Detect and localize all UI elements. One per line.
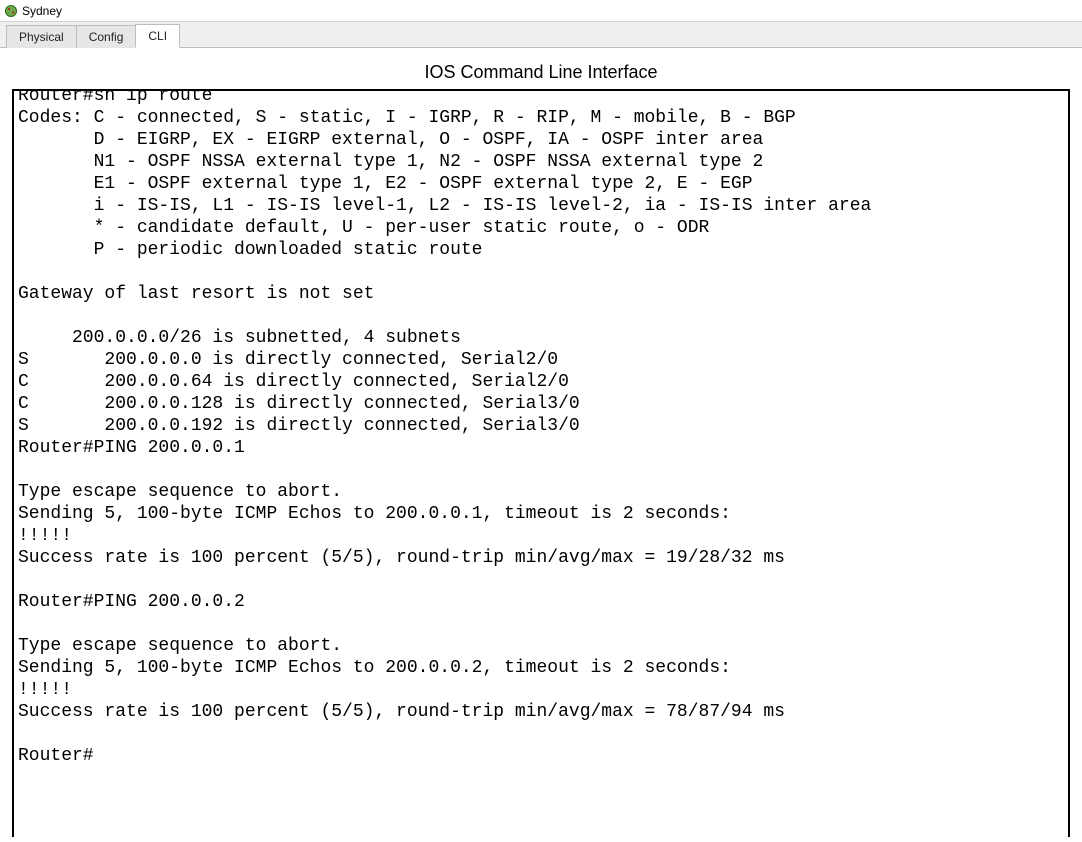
cli-panel: IOS Command Line Interface Router#sh ip … <box>0 48 1082 837</box>
panel-title: IOS Command Line Interface <box>0 48 1082 89</box>
app-icon <box>4 4 18 18</box>
window-title: Sydney <box>22 4 62 18</box>
tab-label: Physical <box>19 30 64 44</box>
cli-terminal[interactable]: Router#sh ip route Codes: C - connected,… <box>14 89 1068 767</box>
terminal-frame: Router#sh ip route Codes: C - connected,… <box>12 89 1070 837</box>
tab-config[interactable]: Config <box>76 25 137 48</box>
tab-cli[interactable]: CLI <box>135 24 180 48</box>
window-titlebar: Sydney <box>0 0 1082 22</box>
tab-label: Config <box>89 30 124 44</box>
device-tabs: Physical Config CLI <box>0 22 1082 48</box>
tab-physical[interactable]: Physical <box>6 25 77 48</box>
tab-label: CLI <box>148 29 167 43</box>
